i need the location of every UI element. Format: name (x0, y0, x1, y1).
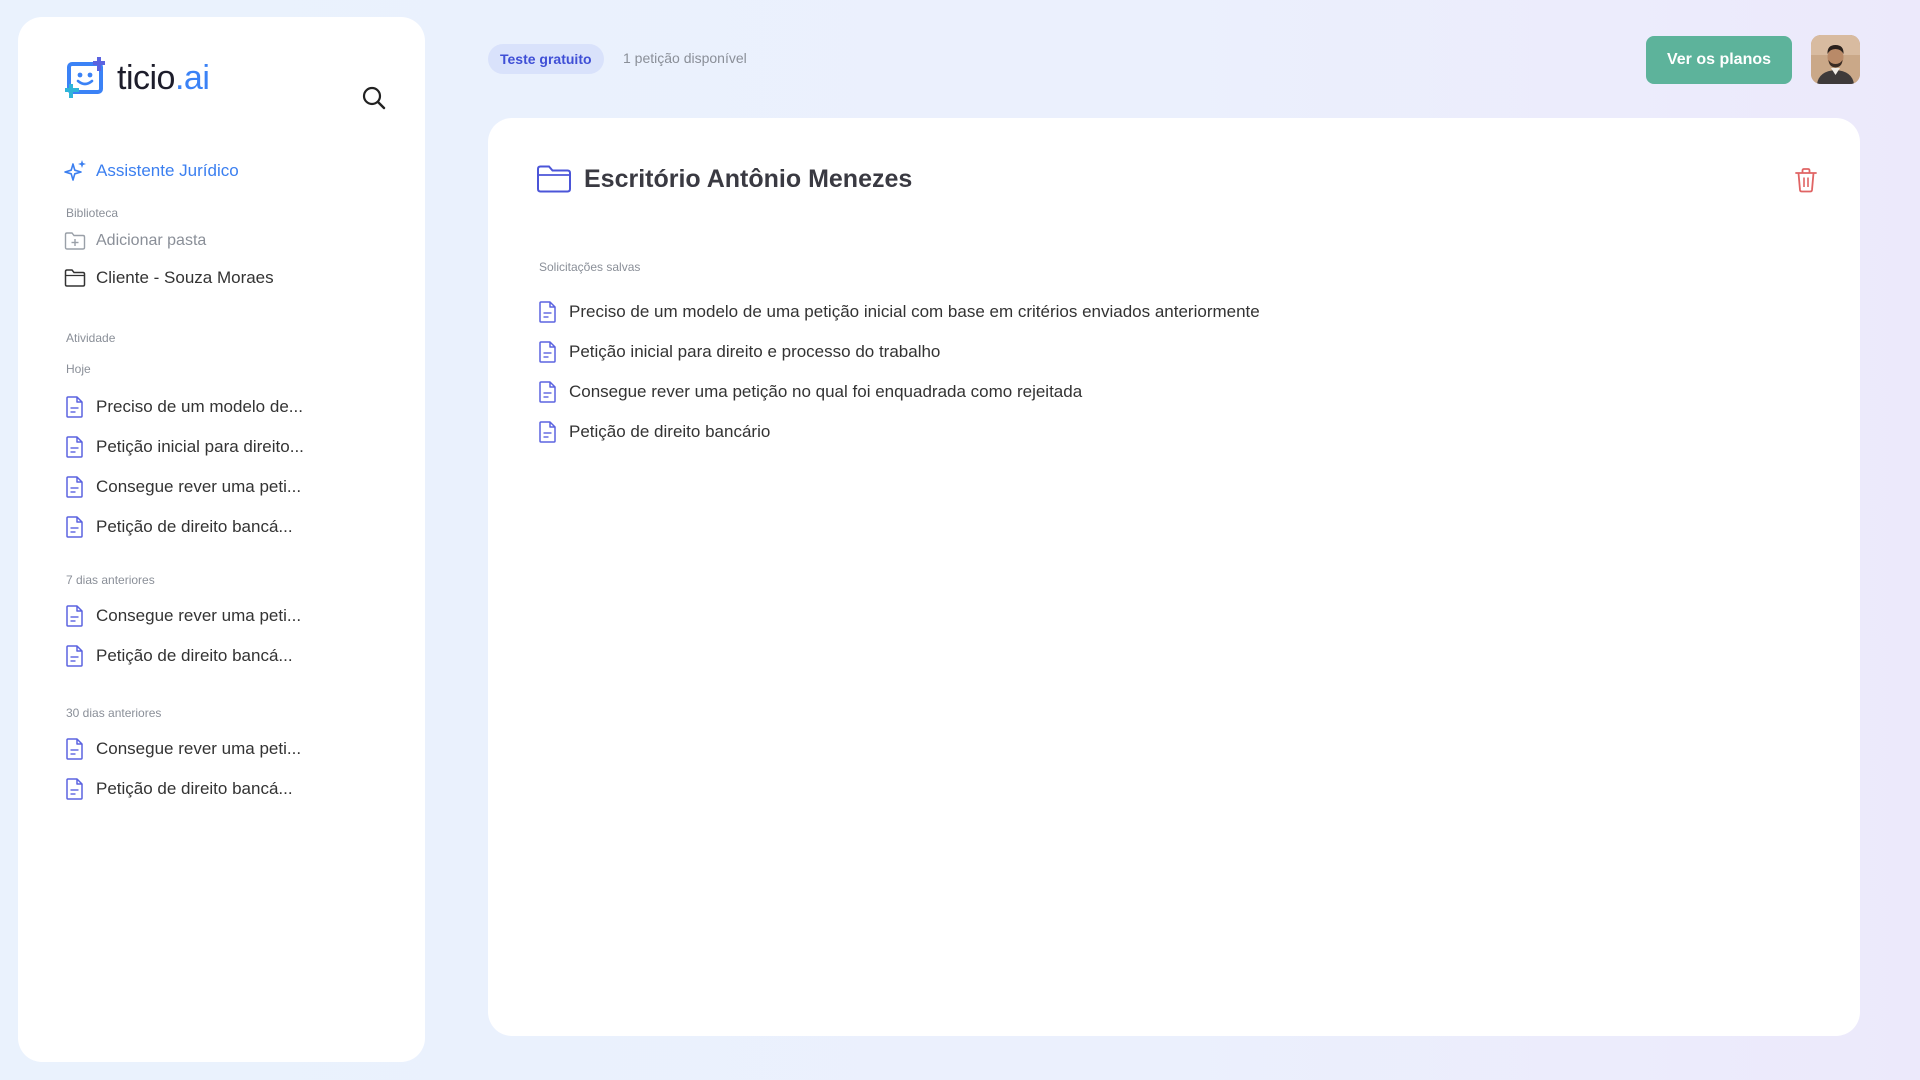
document-icon (66, 476, 83, 498)
saved-request-item[interactable]: Petição de direito bancário (537, 420, 770, 444)
document-icon (66, 738, 83, 760)
availability-text: 1 petição disponível (623, 50, 747, 66)
history-item[interactable]: Petição de direito bancá... (64, 777, 293, 801)
document-icon (539, 381, 556, 403)
history-item-label: Petição de direito bancá... (96, 779, 293, 798)
document-icon (539, 301, 556, 323)
group-label-today: Hoje (66, 362, 91, 376)
saved-request-label: Petição inicial para direito e processo … (569, 342, 941, 361)
document-icon (539, 421, 556, 443)
trial-badge: Teste gratuito (488, 44, 604, 74)
saved-request-label: Consegue rever uma petição no qual foi e… (569, 382, 1083, 401)
sidebar: ticio.ai Assistente Jurídico Biblioteca … (18, 17, 425, 1062)
document-icon (66, 436, 83, 458)
logo-text: ticio.ai (117, 58, 210, 97)
sparkles-icon (64, 160, 86, 181)
history-item-label: Consegue rever uma peti... (96, 739, 302, 758)
folder-panel: Escritório Antônio Menezes Solicitações … (488, 118, 1860, 1036)
saved-request-label: Preciso de um modelo de uma petição inic… (569, 302, 1260, 321)
folder-icon (537, 165, 571, 193)
add-folder-button[interactable]: Adicionar pasta (64, 231, 206, 251)
activity-label: Atividade (66, 331, 116, 345)
user-avatar-icon (1811, 35, 1860, 84)
saved-request-label: Petição de direito bancário (569, 422, 771, 441)
assistant-juridico-link[interactable]: Assistente Jurídico (64, 159, 239, 183)
history-item-label: Petição de direito bancá... (96, 517, 293, 536)
document-icon (66, 396, 83, 418)
sidebar-folder-item[interactable]: Cliente - Souza Moraes (64, 268, 274, 288)
document-icon (539, 341, 556, 363)
history-item[interactable]: Preciso de um modelo de... (64, 395, 303, 419)
saved-request-item[interactable]: Consegue rever uma petição no qual foi e… (537, 380, 1082, 404)
page-title: Escritório Antônio Menezes (584, 164, 913, 193)
delete-folder-button[interactable] (1793, 166, 1819, 194)
logo-face-icon (65, 57, 105, 98)
saved-request-item[interactable]: Petição inicial para direito e processo … (537, 340, 940, 364)
saved-request-item[interactable]: Preciso de um modelo de uma petição inic… (537, 300, 1260, 324)
history-item-label: Consegue rever uma peti... (96, 477, 302, 496)
group-label-7-days: 7 dias anteriores (66, 573, 155, 587)
document-icon (66, 645, 83, 667)
history-item[interactable]: Consegue rever uma peti... (64, 475, 301, 499)
assistant-label: Assistente Jurídico (96, 161, 239, 180)
folder-header: Escritório Antônio Menezes (536, 164, 912, 194)
group-label-30-days: 30 dias anteriores (66, 706, 162, 720)
history-item[interactable]: Petição de direito bancá... (64, 644, 293, 668)
add-folder-label: Adicionar pasta (96, 232, 207, 249)
saved-requests-label: Solicitações salvas (539, 260, 641, 274)
avatar[interactable] (1811, 35, 1860, 84)
document-icon (66, 778, 83, 800)
folder-label: Cliente - Souza Moraes (96, 268, 274, 287)
history-item-label: Consegue rever uma peti... (96, 606, 302, 625)
document-icon (66, 516, 83, 538)
history-item[interactable]: Consegue rever uma peti... (64, 604, 301, 628)
history-item-label: Petição inicial para direito... (96, 437, 304, 456)
history-item-label: Petição de direito bancá... (96, 646, 293, 665)
folder-icon (64, 269, 86, 287)
logo[interactable]: ticio.ai (63, 54, 210, 102)
search-button[interactable] (359, 83, 389, 113)
view-plans-button[interactable]: Ver os planos (1646, 36, 1792, 84)
history-item[interactable]: Petição inicial para direito... (64, 435, 304, 459)
history-item[interactable]: Petição de direito bancá... (64, 515, 293, 539)
library-label: Biblioteca (66, 206, 119, 220)
folder-plus-icon (64, 232, 86, 250)
history-item[interactable]: Consegue rever uma peti... (64, 737, 301, 761)
trash-icon (1795, 168, 1817, 193)
document-icon (66, 605, 83, 627)
history-item-label: Preciso de um modelo de... (96, 397, 303, 416)
search-icon (362, 86, 386, 110)
